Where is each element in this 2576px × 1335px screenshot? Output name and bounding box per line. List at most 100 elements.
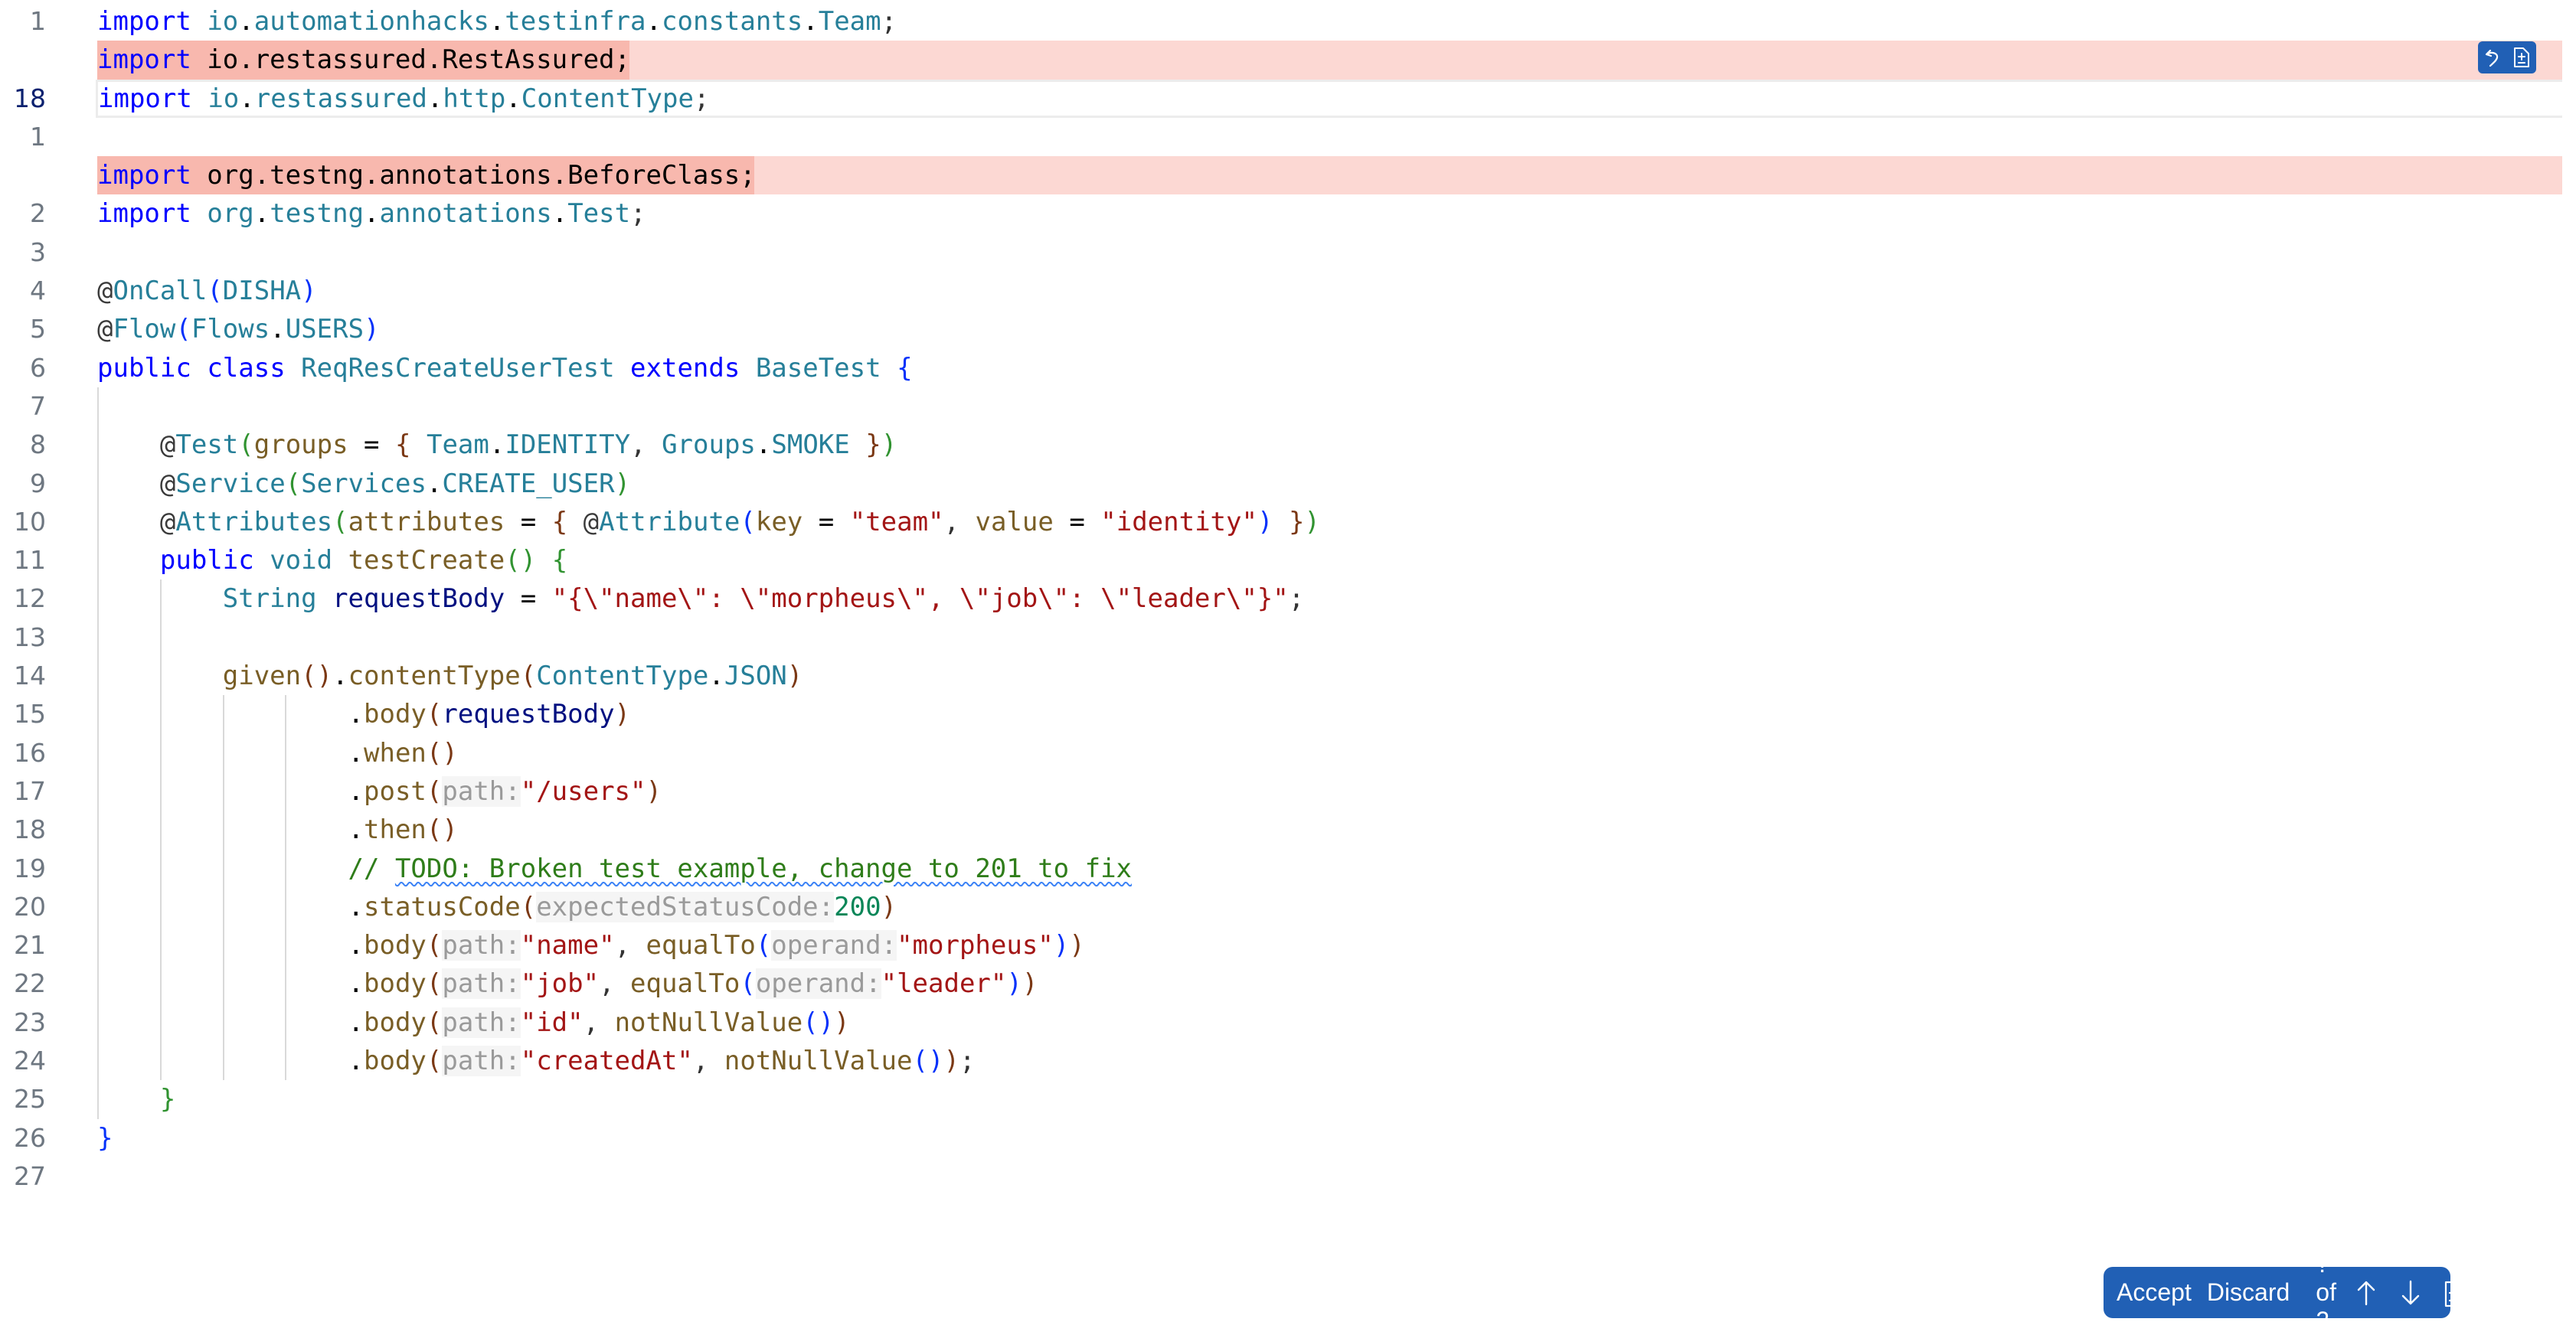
code-token: ) bbox=[881, 891, 897, 922]
code-token: import bbox=[97, 160, 191, 191]
code-line[interactable]: 25 } bbox=[0, 1080, 2576, 1119]
arrow-up-icon[interactable] bbox=[2356, 1280, 2376, 1306]
code-line[interactable]: 14 given().contentType(ContentType.JSON) bbox=[0, 657, 2576, 696]
code-line[interactable]: 13 bbox=[0, 618, 2576, 658]
code-line[interactable]: 1 import io.automationhacks.testinfra.con… bbox=[0, 2, 2576, 41]
code-line[interactable]: 20 .statusCode(expectedStatusCode:200) bbox=[0, 887, 2576, 927]
line-content[interactable]: .body(requestBody) bbox=[97, 695, 2562, 734]
code-line[interactable]: 3 bbox=[0, 233, 2576, 272]
line-content[interactable]: } bbox=[97, 1080, 2562, 1119]
line-content[interactable] bbox=[97, 1157, 2562, 1196]
code-token: ; bbox=[881, 6, 897, 37]
open-diff-external-icon[interactable] bbox=[2444, 1278, 2466, 1307]
code-token: { bbox=[395, 429, 411, 461]
review-changes-bar: Accept Discard ? of 2 bbox=[2104, 1250, 2466, 1334]
line-content[interactable] bbox=[97, 618, 2562, 658]
line-content[interactable]: .post(path:"/users") bbox=[97, 772, 2562, 811]
code-line[interactable]: 4 @OnCall(DISHA) bbox=[0, 272, 2576, 310]
code-line[interactable]: 18 .then() bbox=[0, 811, 2576, 850]
code-token: testCreate bbox=[348, 545, 505, 576]
line-content[interactable]: given().contentType(ContentType.JSON) bbox=[97, 657, 2562, 696]
code-line[interactable]: 1 bbox=[0, 118, 2576, 156]
line-content[interactable]: .then() bbox=[97, 811, 2562, 850]
line-content[interactable]: import org.testng.annotations.Test; bbox=[97, 194, 2562, 233]
code-token: import bbox=[97, 6, 191, 37]
code-line[interactable]: 5 @Flow(Flows.USERS) bbox=[0, 310, 2576, 348]
code-line[interactable]: 7 bbox=[0, 387, 2576, 426]
code-line[interactable]: 27 bbox=[0, 1157, 2576, 1196]
deleted-line[interactable]: import io.restassured.RestAssured; bbox=[0, 41, 2576, 80]
code-line[interactable]: 8 @Test(groups = { Team.IDENTITY, Groups… bbox=[0, 426, 2576, 465]
deleted-line[interactable]: import org.testng.annotations.BeforeClas… bbox=[0, 156, 2576, 195]
line-content[interactable]: .body(path:"job", equalTo(operand:"leade… bbox=[97, 965, 2562, 1004]
line-content[interactable]: String requestBody = "{\"name\": \"morph… bbox=[97, 579, 2562, 619]
code-token: CREATE_USER bbox=[442, 468, 615, 499]
line-content[interactable]: } bbox=[97, 1119, 2562, 1157]
line-content[interactable]: @Attributes(attributes = { @Attribute(ke… bbox=[97, 502, 2562, 542]
line-content[interactable]: .body(path:"createdAt", notNullValue()); bbox=[97, 1042, 2562, 1081]
code-line[interactable]: 22 .body(path:"job", equalTo(operand:"le… bbox=[0, 965, 2576, 1004]
code-line[interactable]: 24 .body(path:"createdAt", notNullValue(… bbox=[0, 1042, 2576, 1081]
code-line[interactable]: 12 String requestBody = "{\"name\": \"mo… bbox=[0, 579, 2576, 619]
code-line[interactable]: 16 .when() bbox=[0, 733, 2576, 772]
line-content[interactable]: // TODO: Broken test example, change to … bbox=[97, 849, 2562, 888]
line-content[interactable]: .statusCode(expectedStatusCode:200) bbox=[97, 887, 2562, 927]
line-content[interactable] bbox=[97, 233, 2562, 272]
line-content[interactable]: import io.restassured.RestAssured; bbox=[97, 41, 2562, 80]
code-token: ( bbox=[426, 1046, 443, 1077]
line-content[interactable] bbox=[97, 387, 2562, 426]
code-line[interactable]: 6 public class ReqResCreateUserTest exten… bbox=[0, 349, 2576, 387]
line-content[interactable]: .body(path:"name", equalTo(operand:"morp… bbox=[97, 926, 2562, 965]
line-content[interactable]: @OnCall(DISHA) bbox=[97, 272, 2562, 310]
line-content[interactable]: .body(path:"id", notNullValue()) bbox=[97, 1003, 2562, 1043]
code-token: class bbox=[207, 352, 286, 384]
line-content[interactable]: @Service(Services.CREATE_USER) bbox=[97, 464, 2562, 503]
line-content[interactable]: import io.restassured.http.ContentType; bbox=[96, 79, 2562, 118]
line-content[interactable]: import org.testng.annotations.BeforeClas… bbox=[97, 156, 2562, 195]
line-content[interactable]: public class ReqResCreateUserTest extend… bbox=[97, 349, 2562, 387]
code-line[interactable]: 19 // TODO: Broken test example, change … bbox=[0, 849, 2576, 888]
line-content[interactable]: @Test(groups = { Team.IDENTITY, Groups.S… bbox=[97, 426, 2562, 465]
file-diff-icon[interactable] bbox=[2512, 47, 2532, 68]
code-token: . bbox=[505, 83, 521, 114]
code-editor[interactable]: 1 import io.automationhacks.testinfra.con… bbox=[0, 2, 2576, 1196]
code-token: () bbox=[505, 545, 537, 576]
line-number: 6 bbox=[30, 352, 46, 383]
arrow-down-icon[interactable] bbox=[2401, 1280, 2421, 1306]
code-token: . bbox=[755, 429, 772, 461]
line-content[interactable]: import io.automationhacks.testinfra.cons… bbox=[97, 2, 2562, 41]
code-line[interactable]: 11 public void testCreate() { bbox=[0, 541, 2576, 580]
code-token: @ bbox=[583, 506, 600, 537]
code-token: ) bbox=[1022, 968, 1038, 1000]
line-content[interactable]: @Flow(Flows.USERS) bbox=[97, 310, 2562, 348]
code-token: ( bbox=[426, 930, 443, 961]
accept-button[interactable]: Accept bbox=[2117, 1278, 2192, 1307]
code-line[interactable]: 15 .body(requestBody) bbox=[0, 695, 2576, 734]
line-content[interactable]: public void testCreate() { bbox=[97, 541, 2562, 580]
code-token: "leader" bbox=[881, 968, 1007, 1000]
discard-button[interactable]: Discard bbox=[2207, 1278, 2290, 1307]
code-line[interactable]: 21 .body(path:"name", equalTo(operand:"m… bbox=[0, 926, 2576, 965]
code-token: "identity" bbox=[1100, 506, 1257, 537]
code-line[interactable]: 9 @Service(Services.CREATE_USER) bbox=[0, 464, 2576, 503]
undo-arrow-icon[interactable] bbox=[2483, 47, 2502, 68]
line-content[interactable]: .when() bbox=[97, 733, 2562, 772]
code-line[interactable]: 2 import org.testng.annotations.Test; bbox=[0, 194, 2576, 233]
code-token: ) bbox=[943, 1046, 959, 1077]
code-line[interactable]: 10 @Attributes(attributes = { @Attribute… bbox=[0, 502, 2576, 542]
code-token: . bbox=[551, 198, 568, 230]
code-token: testinfra bbox=[505, 6, 646, 37]
current-line[interactable]: 18 import io.restassured.http.ContentType… bbox=[0, 79, 2576, 118]
line-content[interactable] bbox=[97, 118, 2562, 156]
line-number: 3 bbox=[30, 237, 46, 267]
code-line[interactable]: 26} bbox=[0, 1119, 2576, 1157]
code-line[interactable]: 17 .post(path:"/users") bbox=[0, 772, 2576, 811]
code-line[interactable]: 23 .body(path:"id", notNullValue()) bbox=[0, 1003, 2576, 1043]
code-token: attributes bbox=[348, 506, 505, 537]
